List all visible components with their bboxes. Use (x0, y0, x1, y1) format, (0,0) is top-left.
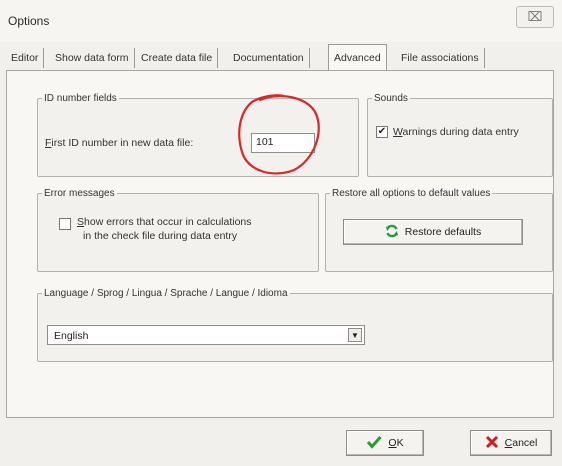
first-id-label: First ID number in new data file: (45, 137, 194, 149)
first-id-input[interactable]: 101 (251, 133, 315, 153)
language-legend: Language / Sprog / Lingua / Sprache / La… (44, 288, 288, 299)
warnings-label: Warnings during data entry (393, 126, 519, 138)
ok-button[interactable]: OK (346, 430, 424, 456)
advanced-panel: ID number fields First ID number in new … (6, 70, 554, 418)
restore-defaults-legend: Restore all options to default values (332, 188, 491, 199)
restore-defaults-label: Restore defaults (404, 226, 482, 238)
cancel-label: Cancel (504, 437, 538, 449)
options-dialog: Options ⌧ Editor Show data form Create d… (0, 0, 562, 466)
show-errors-label-line2: in the check file during data entry (83, 230, 238, 242)
tab-file-associations[interactable]: File associations (396, 48, 485, 68)
warnings-checkbox[interactable]: ✔ (376, 126, 388, 138)
show-errors-checkbox[interactable] (59, 218, 71, 230)
cancel-x-icon (485, 435, 499, 452)
tab-strip: Editor Show data form Create data file D… (6, 44, 556, 70)
error-messages-legend: Error messages (44, 188, 115, 199)
refresh-icon (385, 224, 399, 241)
window-title: Options (8, 14, 50, 28)
tab-editor[interactable]: Editor (6, 48, 45, 68)
restore-defaults-button[interactable]: Restore defaults (343, 219, 523, 245)
close-button[interactable]: ⌧ (516, 6, 554, 28)
show-errors-label-line1: Show errors that occur in calculations (77, 216, 252, 228)
id-number-fields-legend: ID number fields (44, 93, 117, 104)
dropdown-arrow-icon[interactable]: ▼ (348, 328, 362, 342)
checkmark-icon (366, 435, 383, 452)
tab-advanced[interactable]: Advanced (328, 44, 387, 70)
language-select-value: English (54, 330, 89, 342)
title-bar: Options ⌧ (0, 0, 562, 42)
language-select[interactable]: English ▼ (47, 325, 365, 345)
ok-label: OK (388, 437, 404, 449)
close-icon: ⌧ (527, 9, 543, 24)
tab-documentation[interactable]: Documentation (228, 48, 310, 68)
cancel-button[interactable]: Cancel (470, 430, 552, 456)
sounds-legend: Sounds (374, 93, 408, 104)
tab-create-data-file[interactable]: Create data file (136, 48, 219, 68)
tab-show-data-form[interactable]: Show data form (50, 48, 135, 68)
